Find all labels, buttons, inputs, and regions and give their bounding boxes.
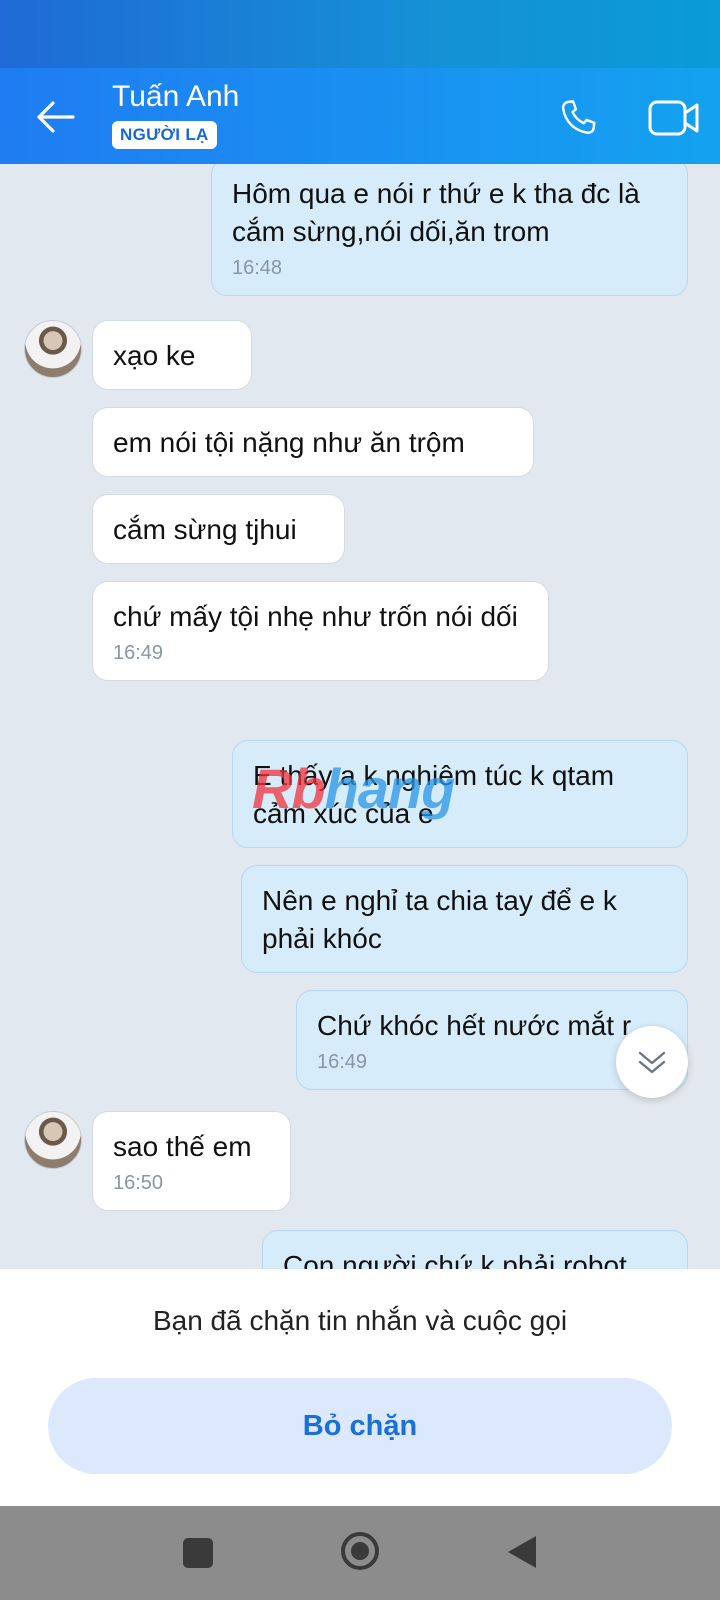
unblock-button[interactable]: Bỏ chặn <box>48 1378 672 1474</box>
contact-name[interactable]: Tuấn Anh <box>112 80 239 114</box>
message-text: Nên e nghỉ ta chia tay để e k phải khóc <box>262 885 617 954</box>
voice-call-button[interactable] <box>548 92 608 144</box>
message-time: 16:49 <box>113 642 164 664</box>
message-list[interactable]: Hôm qua e nói r thứ e k tha đc là cắm sừ… <box>0 164 720 1269</box>
message-bubble-incoming[interactable]: sao thế em 16:50 <box>92 1111 291 1211</box>
message-bubble-incoming[interactable]: cắm sừng tjhui <box>92 494 345 564</box>
video-call-button[interactable] <box>642 92 706 144</box>
message-bubble-outgoing[interactable]: Con người chứ k phải robot <box>262 1230 688 1269</box>
message-bubble-incoming[interactable]: em nói tội nặng như ăn trộm <box>92 407 534 477</box>
contact-avatar[interactable] <box>24 320 82 378</box>
watermark-logo: Rbhang <box>252 757 455 820</box>
message-text: Chứ khóc hết nước mắt r <box>317 1010 632 1041</box>
double-chevron-down-icon <box>638 1051 666 1074</box>
status-bar <box>0 0 720 68</box>
video-camera-icon <box>648 100 699 136</box>
phone-icon <box>561 100 596 134</box>
message-text: sao thế em <box>113 1131 252 1162</box>
arrow-left-icon <box>37 101 75 133</box>
home-button[interactable] <box>340 1531 380 1571</box>
scroll-to-bottom-button[interactable] <box>616 1026 688 1098</box>
message-text: em nói tội nặng như ăn trộm <box>113 427 465 458</box>
back-triangle-button[interactable] <box>506 1534 538 1570</box>
system-navigation-bar <box>0 1506 720 1600</box>
message-text: Con người chứ k phải robot <box>283 1250 627 1269</box>
back-button[interactable] <box>28 90 82 144</box>
chat-header: Tuấn Anh NGƯỜI LẠ <box>0 68 720 164</box>
message-text: cắm sừng tjhui <box>113 514 297 545</box>
message-text: chứ mấy tội nhẹ như trốn nói dối <box>113 601 518 632</box>
message-bubble-incoming[interactable]: xạo ke <box>92 320 252 390</box>
message-bubble-outgoing[interactable]: Hôm qua e nói r thứ e k tha đc là cắm sừ… <box>211 164 688 296</box>
recent-apps-button[interactable] <box>183 1538 213 1568</box>
message-bubble-outgoing[interactable]: Nên e nghỉ ta chia tay để e k phải khóc <box>241 865 688 973</box>
blocked-panel: Bạn đã chặn tin nhắn và cuộc gọi Bỏ chặn <box>0 1269 720 1506</box>
message-text: xạo ke <box>113 340 196 371</box>
contact-avatar[interactable] <box>24 1111 82 1169</box>
message-time: 16:49 <box>317 1051 368 1073</box>
message-text: Hôm qua e nói r thứ e k tha đc là cắm sừ… <box>232 178 640 247</box>
message-time: 16:50 <box>113 1172 164 1194</box>
blocked-notice: Bạn đã chặn tin nhắn và cuộc gọi <box>152 1305 568 1336</box>
message-bubble-incoming[interactable]: chứ mấy tội nhẹ như trốn nói dối 16:49 <box>92 581 549 681</box>
stranger-badge: NGƯỜI LẠ <box>112 121 217 149</box>
message-time: 16:48 <box>232 257 283 279</box>
